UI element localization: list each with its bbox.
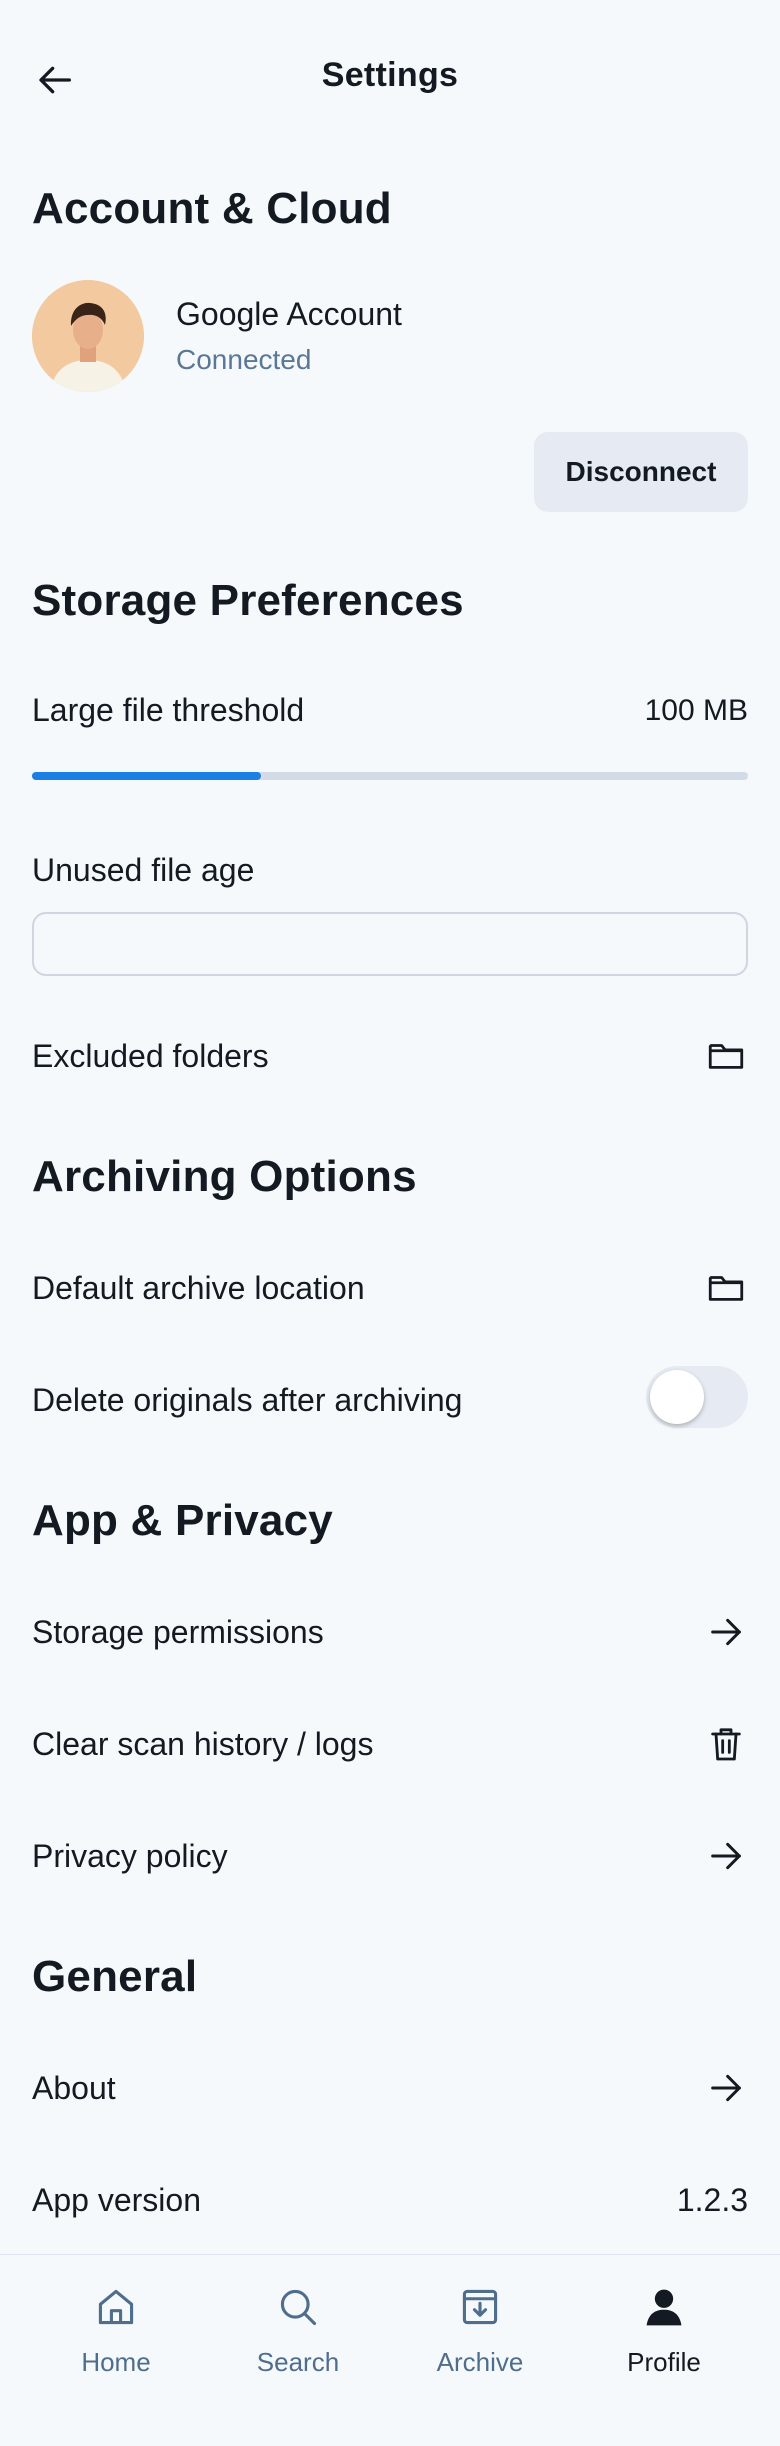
page-title: Settings — [321, 56, 459, 94]
folder-icon — [708, 1044, 744, 1069]
nav-label-home: Home — [81, 2347, 151, 2377]
storage-permissions-label: Storage permissions — [32, 1614, 324, 1650]
nav-item-home[interactable]: Home — [36, 2283, 196, 2393]
nav-label-archive: Archive — [436, 2347, 524, 2377]
default-archive-location-label: Default archive location — [32, 1270, 365, 1306]
excluded-folders-button[interactable] — [704, 1034, 748, 1078]
toggle-knob — [650, 1370, 704, 1424]
section-title-general: General — [32, 1952, 198, 2001]
privacy-policy-label: Privacy policy — [32, 1838, 228, 1874]
settings-screen: Settings Account & Cloud Google Account … — [0, 0, 780, 2446]
trash-icon — [711, 1728, 741, 1761]
large-file-threshold-label: Large file threshold — [32, 692, 305, 728]
bottom-navigation: Home Search Archive Profile — [0, 2254, 780, 2446]
section-title-archiving: Archiving Options — [32, 1152, 417, 1201]
storage-permissions-button[interactable] — [704, 1610, 748, 1654]
app-header: Settings — [0, 0, 780, 160]
about-button[interactable] — [704, 2066, 748, 2110]
clear-scan-history-button[interactable] — [704, 1722, 748, 1766]
archive-icon — [462, 2289, 498, 2325]
about-label: About — [32, 2070, 116, 2106]
clear-scan-history-label: Clear scan history / logs — [32, 1726, 374, 1762]
app-version-label: App version — [32, 2182, 201, 2218]
section-title-privacy: App & Privacy — [32, 1496, 333, 1545]
arrow-right-icon — [711, 2074, 741, 2102]
arrow-right-icon — [711, 1842, 741, 1870]
privacy-policy-button[interactable] — [704, 1834, 748, 1878]
section-title-storage: Storage Preferences — [32, 576, 464, 625]
delete-originals-label: Delete originals after archiving — [32, 1382, 463, 1418]
large-file-threshold-slider[interactable] — [32, 772, 748, 780]
section-title-account: Account & Cloud — [32, 184, 392, 233]
slider-fill — [32, 772, 262, 780]
default-archive-location-button[interactable] — [704, 1266, 748, 1310]
search-icon — [280, 2289, 317, 2326]
nav-item-search[interactable]: Search — [218, 2283, 378, 2393]
profile-icon — [646, 2289, 682, 2326]
excluded-folders-label: Excluded folders — [32, 1038, 269, 1074]
unused-file-age-label: Unused file age — [32, 852, 255, 888]
account-status: Connected — [176, 344, 312, 375]
nav-item-archive[interactable]: Archive — [400, 2283, 560, 2393]
arrow-right-icon — [711, 1618, 741, 1646]
large-file-threshold-value: 100 MB — [644, 694, 748, 727]
unused-file-age-input[interactable] — [32, 912, 748, 976]
app-version-value: 1.2.3 — [676, 2182, 748, 2218]
home-icon — [98, 2289, 134, 2325]
account-provider-name: Google Account — [176, 296, 402, 332]
nav-label-profile: Profile — [627, 2347, 701, 2377]
nav-label-search: Search — [256, 2347, 340, 2377]
folder-icon — [708, 1276, 744, 1301]
avatar — [32, 280, 144, 392]
nav-item-profile[interactable]: Profile — [584, 2283, 744, 2393]
delete-originals-toggle[interactable] — [646, 1366, 748, 1428]
disconnect-button[interactable]: Disconnect — [534, 432, 748, 512]
